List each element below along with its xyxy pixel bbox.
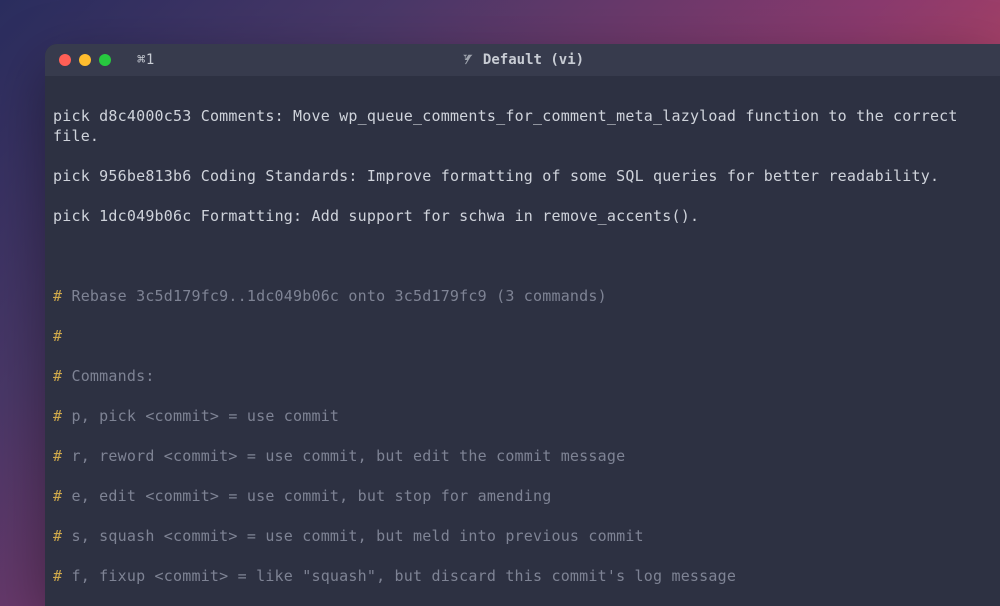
command-help: # e, edit <commit> = use commit, but sto… (53, 486, 992, 506)
window-title: Default (vi) (461, 52, 584, 68)
editor-content[interactable]: pick d8c4000c53 Comments: Move wp_queue_… (45, 76, 1000, 606)
vim-icon (461, 53, 475, 67)
pick-line: pick 956be813b6 Coding Standards: Improv… (53, 166, 992, 186)
command-help: # r, reword <commit> = use commit, but e… (53, 446, 992, 466)
comment-line: # (53, 326, 992, 346)
rebase-summary: # Rebase 3c5d179fc9..1dc049b06c onto 3c5… (53, 286, 992, 306)
pick-line: pick 1dc049b06c Formatting: Add support … (53, 206, 992, 226)
commands-header: # Commands: (53, 366, 992, 386)
window-title-text: Default (vi) (483, 52, 584, 68)
minimize-icon[interactable] (79, 54, 91, 66)
maximize-icon[interactable] (99, 54, 111, 66)
pick-line: pick d8c4000c53 Comments: Move wp_queue_… (53, 106, 992, 146)
titlebar: ⌘1 Default (vi) (45, 44, 1000, 76)
command-help: # s, squash <commit> = use commit, but m… (53, 526, 992, 546)
terminal-window[interactable]: ⌘1 Default (vi) pick d8c4000c53 Comments… (45, 44, 1000, 606)
tab-shortcut-label: ⌘1 (137, 52, 155, 68)
traffic-lights (59, 54, 111, 66)
blank-line (53, 246, 992, 266)
close-icon[interactable] (59, 54, 71, 66)
command-help: # p, pick <commit> = use commit (53, 406, 992, 426)
command-help: # f, fixup <commit> = like "squash", but… (53, 566, 992, 586)
